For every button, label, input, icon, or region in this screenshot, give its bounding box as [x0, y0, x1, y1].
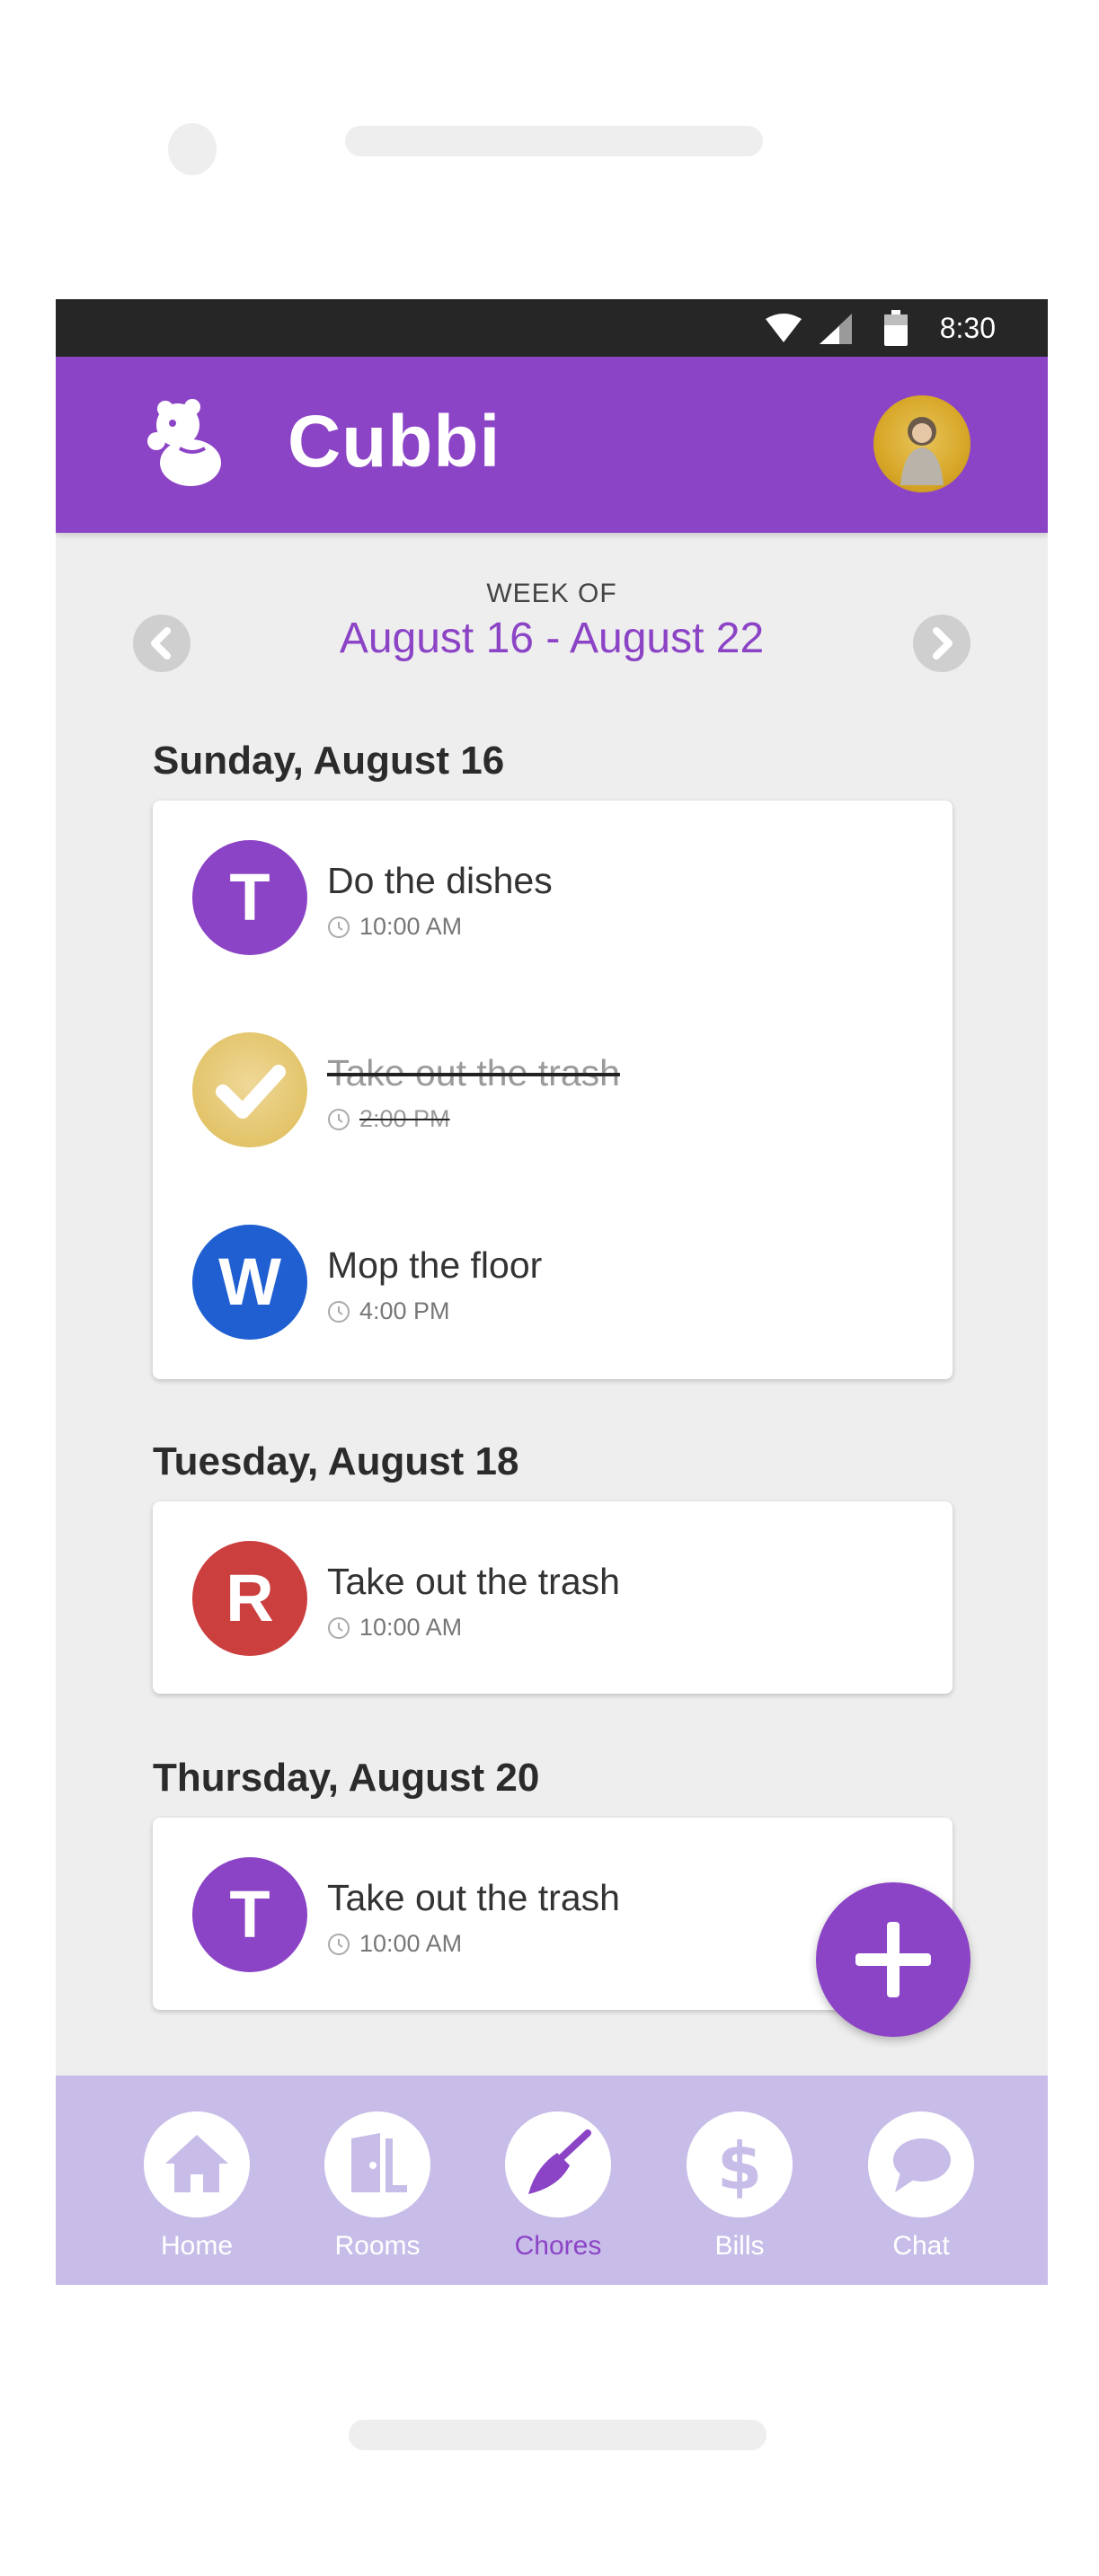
broom-icon: [528, 2129, 591, 2194]
chore-time-text: 10:00 AM: [359, 1614, 463, 1641]
nav-icon-circle: [324, 2111, 430, 2217]
chevron-right-icon: [933, 627, 953, 659]
clock-icon: [328, 1301, 350, 1323]
mascot-logo-icon: [147, 399, 221, 486]
chore-title: Mop the floor: [327, 1244, 543, 1286]
nav-tab-bills[interactable]: $ Bills: [672, 2111, 807, 2264]
front-camera: [168, 123, 217, 175]
app-bar: Cubbi: [56, 357, 1048, 533]
chevron-left-icon: [151, 627, 171, 659]
profile-photo: [900, 417, 944, 485]
chore-title: Take out the trash: [327, 1052, 620, 1093]
clock-icon: [328, 1934, 350, 1955]
phone-home-bar: [349, 2420, 767, 2450]
svg-text:$: $: [717, 2129, 762, 2204]
chore-item[interactable]: R Take out the trash 10:00 AM: [153, 1501, 953, 1695]
add-chore-button[interactable]: [816, 1882, 970, 2037]
home-icon: [165, 2135, 228, 2192]
chore-time: 2:00 PM: [327, 1102, 450, 1135]
week-range: August 16 - August 22: [339, 615, 765, 662]
cell-signal-icon: [820, 314, 852, 344]
chore-time: 10:00 AM: [327, 910, 462, 943]
nav-tab-chat[interactable]: Chat: [854, 2111, 988, 2264]
assignee-avatar: T: [192, 1857, 307, 1972]
plus-icon: [855, 1922, 931, 1997]
assignee-avatar: R: [192, 1541, 307, 1656]
completed-avatar: [192, 1032, 307, 1147]
chore-item[interactable]: T Do the dishes 10:00 AM: [153, 801, 953, 995]
status-bar: 8:30: [56, 299, 1048, 357]
app-logo-text: Cubbi: [288, 401, 501, 482]
clock-icon: [328, 1617, 350, 1639]
chore-item[interactable]: W Mop the floor 4:00 PM: [153, 1185, 953, 1379]
chore-time: 10:00 AM: [327, 1611, 462, 1643]
previous-week-button[interactable]: [133, 615, 191, 672]
chore-title: Take out the trash: [327, 1877, 620, 1918]
nav-tab-home[interactable]: Home: [129, 2111, 264, 2264]
wifi-icon: [766, 314, 802, 342]
day-card: T Do the dishes 10:00 AM Take out the tr…: [153, 801, 953, 1379]
chore-item-completed[interactable]: Take out the trash 2:00 PM: [153, 993, 953, 1187]
chore-time-text: 2:00 PM: [359, 1105, 450, 1132]
nav-tab-chores[interactable]: Chores: [491, 2111, 625, 2264]
next-week-button[interactable]: [913, 615, 970, 672]
app-screen: 8:30 Cubbi WEEK OF August 16 - August 22: [56, 299, 1048, 2285]
status-time: 8:30: [939, 312, 996, 344]
chore-title: Take out the trash: [327, 1561, 620, 1602]
nav-tab-rooms[interactable]: Rooms: [310, 2111, 445, 2264]
nav-icon-circle: [144, 2111, 250, 2217]
battery-icon: [884, 310, 908, 346]
chore-time-text: 10:00 AM: [359, 913, 463, 940]
day-heading: Thursday, August 20: [153, 1756, 540, 1800]
chat-bubble-icon: [893, 2138, 951, 2192]
chore-time: 4:00 PM: [327, 1295, 450, 1327]
nav-label: Chores: [514, 2231, 602, 2261]
clock-icon: [328, 916, 350, 938]
assignee-avatar: T: [192, 840, 307, 955]
nav-label: Bills: [714, 2231, 765, 2261]
day-heading: Sunday, August 16: [153, 739, 505, 783]
day-heading: Tuesday, August 18: [153, 1439, 519, 1483]
chore-time-text: 10:00 AM: [359, 1930, 463, 1957]
chore-time: 10:00 AM: [327, 1927, 462, 1960]
nav-icon-circle: $: [687, 2111, 793, 2217]
nav-label: Rooms: [334, 2231, 421, 2261]
checkmark-icon: [216, 1065, 286, 1119]
door-icon: [351, 2133, 407, 2192]
bottom-navigation: Home Rooms Chores $ Bills Chat: [56, 2076, 1048, 2285]
profile-avatar[interactable]: [873, 395, 970, 492]
clock-icon: [328, 1109, 350, 1130]
nav-icon-circle: [505, 2111, 611, 2217]
week-of-label: WEEK OF: [486, 579, 617, 608]
nav-icon-circle: [868, 2111, 974, 2217]
nav-label: Home: [160, 2231, 234, 2261]
assignee-avatar: W: [192, 1225, 307, 1340]
chore-time-text: 4:00 PM: [359, 1297, 450, 1324]
nav-label: Chat: [892, 2231, 950, 2261]
phone-speaker: [345, 126, 763, 156]
day-card: R Take out the trash 10:00 AM: [153, 1501, 953, 1694]
chore-title: Do the dishes: [327, 860, 553, 901]
dollar-icon: $: [717, 2129, 762, 2204]
